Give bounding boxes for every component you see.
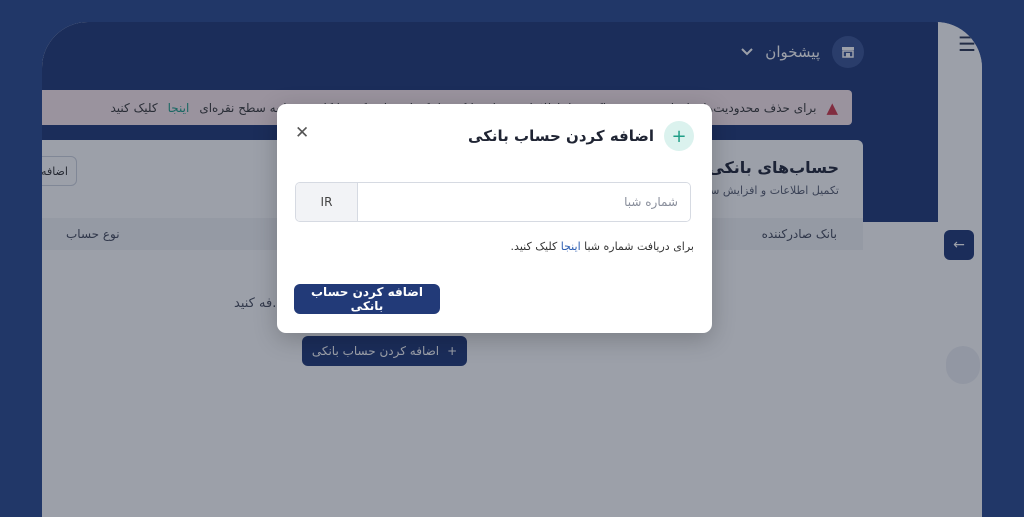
dialog-header: + اضافه کردن حساب بانکی — [295, 120, 694, 152]
helper-link[interactable]: اینجا — [561, 240, 581, 253]
iban-field: IR — [295, 182, 691, 222]
close-icon[interactable]: ✕ — [295, 123, 309, 143]
helper-text-before: برای دریافت شماره شبا — [584, 240, 694, 253]
submit-bank-account-button[interactable]: اضافه کردن حساب بانکی — [294, 284, 440, 314]
iban-prefix: IR — [296, 183, 358, 221]
add-bank-account-dialog: + اضافه کردن حساب بانکی ✕ IR برای دریافت… — [277, 104, 712, 333]
iban-input[interactable] — [358, 183, 690, 221]
dialog-title: اضافه کردن حساب بانکی — [468, 127, 654, 145]
helper-text: برای دریافت شماره شبا اینجا کلیک کنید. — [511, 240, 694, 253]
plus-icon: + — [664, 121, 694, 151]
helper-text-after: کلیک کنید. — [510, 240, 558, 253]
